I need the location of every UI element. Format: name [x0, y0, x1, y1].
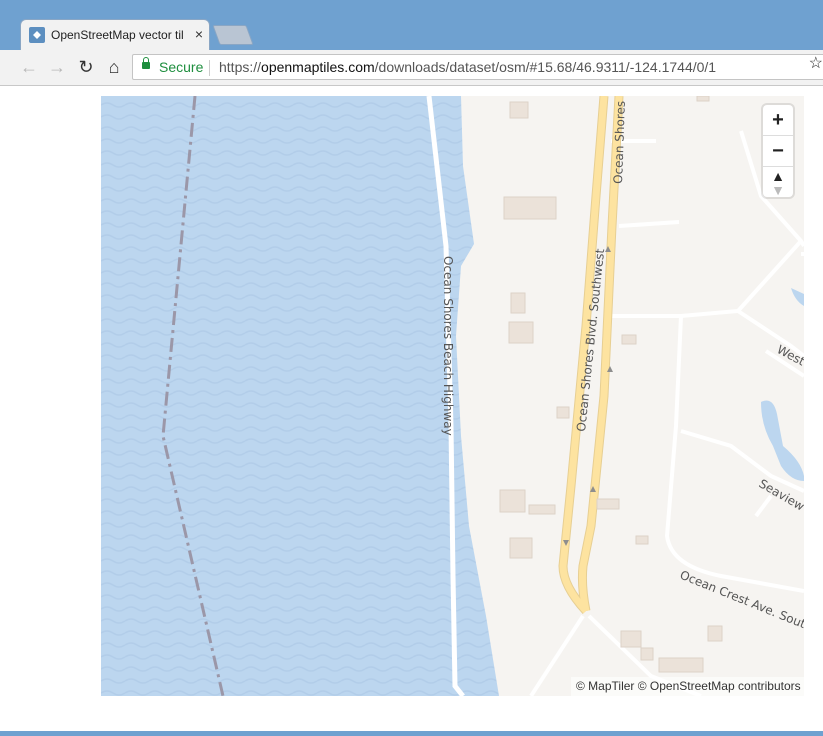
zoom-in-button[interactable]: +	[763, 105, 793, 136]
map-attribution[interactable]: © MapTiler © OpenStreetMap contributors	[571, 677, 806, 696]
zoom-out-button[interactable]: −	[763, 136, 793, 167]
secure-label: Secure	[159, 59, 204, 75]
url-scheme: https://	[219, 59, 262, 75]
address-bar[interactable]: Secure https://openmaptiles.com/download…	[132, 54, 823, 80]
favicon-icon	[29, 27, 45, 43]
map-zoom-controls: + − ▲ ▼	[763, 105, 793, 197]
reload-icon[interactable]: ↻	[75, 56, 97, 78]
browser-toolbar: ← → ↻ ⌂ Secure https://openmaptiles.com/…	[0, 50, 823, 86]
map-canvas[interactable]: Ocean Shores Beach Highway Ocean Shores …	[101, 96, 804, 696]
url-path: /downloads/dataset/osm/#15.68/46.9311/-1…	[374, 59, 717, 75]
close-icon[interactable]: ×	[195, 26, 203, 42]
map-svg[interactable]: Ocean Shores Beach Highway Ocean Shores …	[101, 96, 804, 696]
tab-title: OpenStreetMap vector til	[51, 28, 184, 42]
new-tab-button[interactable]	[212, 25, 254, 45]
divider	[209, 60, 210, 76]
back-arrow-icon[interactable]: ←	[18, 56, 40, 78]
url-text[interactable]: https://openmaptiles.com/downloads/datas…	[219, 59, 716, 75]
compass-icon: ▲ ▼	[771, 168, 785, 198]
url-host: openmaptiles.com	[261, 59, 375, 75]
browser-tab[interactable]: OpenStreetMap vector til ×	[20, 19, 210, 51]
compass-button[interactable]: ▲ ▼	[763, 167, 793, 197]
home-icon[interactable]: ⌂	[103, 56, 125, 78]
forward-arrow-icon[interactable]: →	[46, 56, 68, 78]
lock-icon	[142, 57, 150, 69]
window-border	[0, 731, 823, 736]
label-beach-highway: Ocean Shores Beach Highway	[441, 256, 455, 436]
bookmark-star-icon[interactable]: ☆	[809, 53, 823, 73]
